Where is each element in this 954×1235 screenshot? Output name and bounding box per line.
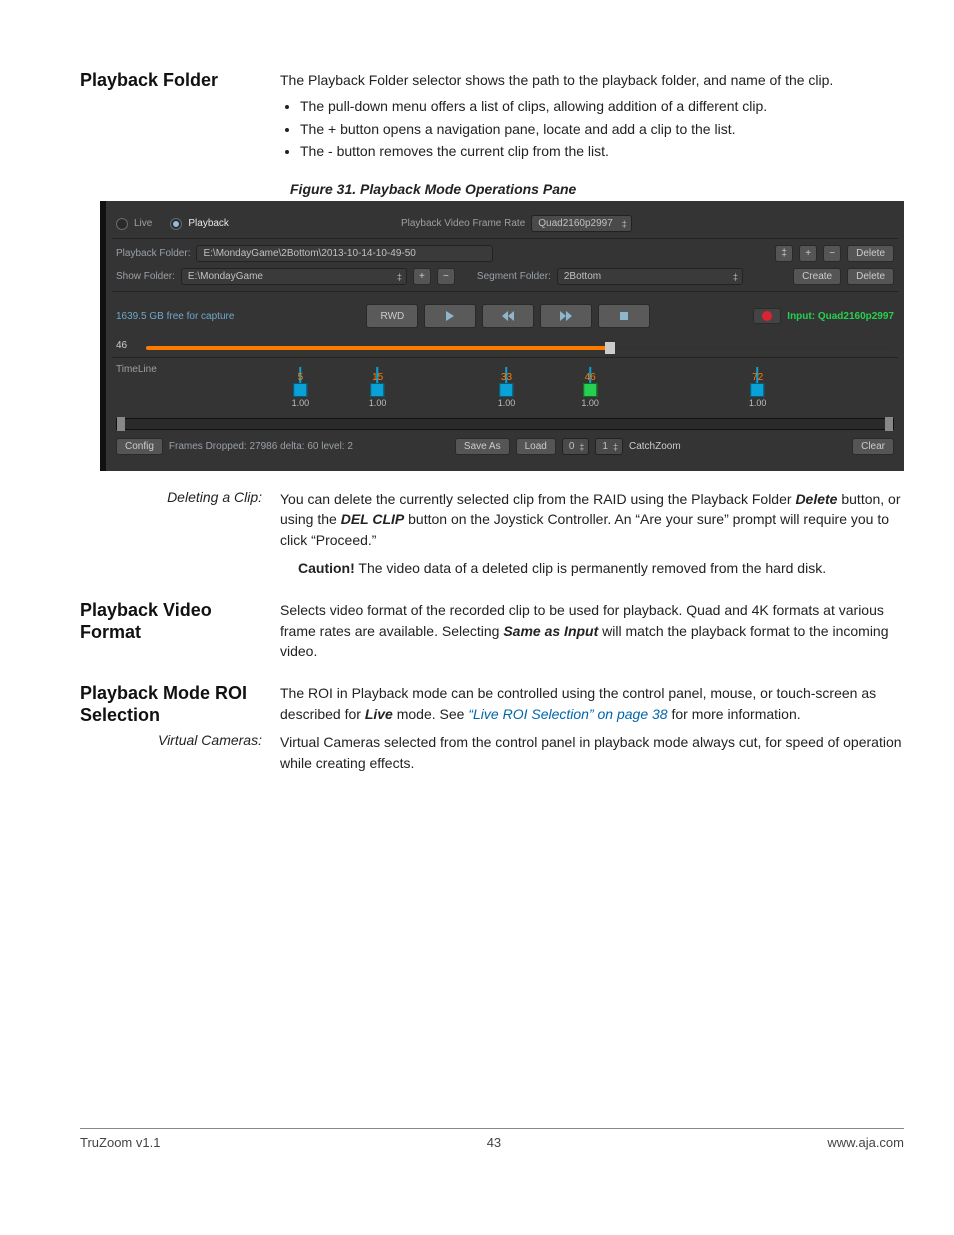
seg-delete-button[interactable]: Delete bbox=[847, 268, 894, 285]
timeline-mark[interactable]: 721.00 bbox=[749, 372, 767, 408]
status-text: Frames Dropped: 27986 delta: 60 level: 2 bbox=[169, 441, 353, 452]
footer-page: 43 bbox=[487, 1135, 501, 1150]
clear-button[interactable]: Clear bbox=[852, 438, 894, 455]
radio-playback[interactable] bbox=[170, 218, 182, 230]
spinner-a[interactable]: 0‡ bbox=[562, 438, 590, 455]
pf-add-button[interactable]: + bbox=[799, 245, 817, 262]
roi-b: Live bbox=[365, 706, 393, 722]
segment-folder-label: Segment Folder: bbox=[477, 271, 551, 282]
timeline-mark[interactable]: 51.00 bbox=[292, 372, 310, 408]
caret-icon: ‡ bbox=[579, 442, 584, 452]
pf-bullet-2: The + button opens a navigation pane, lo… bbox=[300, 119, 904, 139]
heading-playback-folder: Playback Folder bbox=[80, 70, 280, 92]
del-p1a: You can delete the currently selected cl… bbox=[280, 491, 795, 507]
timeline-label: TimeLine bbox=[116, 364, 170, 375]
caret-icon: ‡ bbox=[733, 272, 738, 282]
caret-icon: ‡ bbox=[397, 272, 402, 282]
scrub-slider[interactable] bbox=[146, 346, 894, 350]
config-button[interactable]: Config bbox=[116, 438, 163, 455]
step-fwd-button[interactable] bbox=[540, 304, 592, 328]
stop-button[interactable] bbox=[598, 304, 650, 328]
catchzoom-label: CatchZoom bbox=[629, 441, 681, 452]
del-p1d: DEL CLIP bbox=[341, 511, 405, 527]
frame-rate-select[interactable]: Quad2160p2997 ‡ bbox=[531, 215, 632, 232]
heading-roi: Playback Mode ROI Selection bbox=[80, 683, 280, 726]
range-bar[interactable] bbox=[116, 418, 894, 430]
step-fwd-icon bbox=[558, 311, 574, 321]
roi-d: for more information. bbox=[668, 706, 801, 722]
caution-label: Caution! bbox=[298, 560, 355, 576]
play-button[interactable] bbox=[424, 304, 476, 328]
timeline-mark[interactable]: 151.00 bbox=[369, 372, 387, 408]
pf-bullet-1: The pull-down menu offers a list of clip… bbox=[300, 96, 904, 116]
range-right-handle[interactable] bbox=[885, 417, 893, 431]
vcam-text: Virtual Cameras selected from the contro… bbox=[280, 732, 904, 773]
playback-pane-screenshot: Live Playback Playback Video Frame Rate … bbox=[100, 201, 904, 471]
heading-video-format: Playback Video Format bbox=[80, 600, 280, 643]
timeline-mark[interactable]: 461.00 bbox=[581, 372, 599, 408]
footer-left: TruZoom v1.1 bbox=[80, 1135, 160, 1150]
range-left-handle[interactable] bbox=[117, 417, 125, 431]
roi-xref-link[interactable]: “Live ROI Selection” on page 38 bbox=[468, 706, 667, 722]
sf-add-button[interactable]: + bbox=[413, 268, 431, 285]
frame-rate-label: Playback Video Frame Rate bbox=[401, 218, 525, 229]
radio-live[interactable] bbox=[116, 218, 128, 230]
pf-caret-button[interactable]: ‡ bbox=[775, 245, 793, 262]
playback-folder-label: Playback Folder: bbox=[116, 248, 190, 259]
saveas-button[interactable]: Save As bbox=[455, 438, 510, 455]
side-vcam: Virtual Cameras: bbox=[80, 732, 280, 748]
load-button[interactable]: Load bbox=[516, 438, 556, 455]
pf-remove-button[interactable]: − bbox=[823, 245, 841, 262]
play-icon bbox=[444, 311, 456, 321]
pf-intro: The Playback Folder selector shows the p… bbox=[280, 70, 904, 90]
radio-playback-label: Playback bbox=[188, 218, 229, 229]
playback-folder-select[interactable]: E:\MondayGame\2Bottom\2013-10-14-10-49-5… bbox=[196, 245, 492, 262]
side-deleting: Deleting a Clip: bbox=[80, 489, 280, 505]
seg-create-button[interactable]: Create bbox=[793, 268, 841, 285]
record-icon bbox=[762, 311, 772, 321]
spinner-b[interactable]: 1‡ bbox=[595, 438, 623, 455]
show-folder-label: Show Folder: bbox=[116, 271, 175, 282]
rwd-button[interactable]: RWD bbox=[366, 304, 418, 328]
vf-b: Same as Input bbox=[503, 623, 598, 639]
del-p1b: Delete bbox=[795, 491, 837, 507]
stop-icon bbox=[619, 311, 629, 321]
timeline-mark[interactable]: 331.00 bbox=[498, 372, 516, 408]
pf-delete-button[interactable]: Delete bbox=[847, 245, 894, 262]
input-format-text: Input: Quad2160p2997 bbox=[787, 311, 894, 322]
slider-thumb-icon[interactable] bbox=[605, 342, 615, 354]
caret-icon: ‡ bbox=[622, 219, 627, 229]
free-space-text: 1639.5 GB free for capture bbox=[116, 311, 234, 322]
pf-bullets: The pull-down menu offers a list of clip… bbox=[280, 96, 904, 161]
scrub-value: 46 bbox=[116, 340, 140, 351]
pf-bullet-3: The - button removes the current clip fr… bbox=[300, 141, 904, 161]
playback-folder-value: E:\MondayGame\2Bottom\2013-10-14-10-49-5… bbox=[203, 248, 415, 259]
segment-folder-value: 2Bottom bbox=[564, 271, 601, 282]
record-button[interactable] bbox=[753, 308, 781, 324]
timeline[interactable]: 51.00 151.00 331.00 461.00 721.00 bbox=[176, 372, 894, 408]
frame-rate-value: Quad2160p2997 bbox=[538, 218, 613, 229]
figure-caption: Figure 31. Playback Mode Operations Pane bbox=[290, 181, 904, 197]
segment-folder-select[interactable]: 2Bottom ‡ bbox=[557, 268, 743, 285]
show-folder-value: E:\MondayGame bbox=[188, 271, 263, 282]
roi-c: mode. See bbox=[393, 706, 469, 722]
caution-text: The video data of a deleted clip is perm… bbox=[355, 560, 826, 576]
show-folder-select[interactable]: E:\MondayGame ‡ bbox=[181, 268, 407, 285]
footer-right: www.aja.com bbox=[827, 1135, 904, 1150]
step-back-button[interactable] bbox=[482, 304, 534, 328]
step-back-icon bbox=[500, 311, 516, 321]
radio-live-label: Live bbox=[134, 218, 152, 229]
caret-icon: ‡ bbox=[613, 442, 618, 452]
sf-remove-button[interactable]: − bbox=[437, 268, 455, 285]
